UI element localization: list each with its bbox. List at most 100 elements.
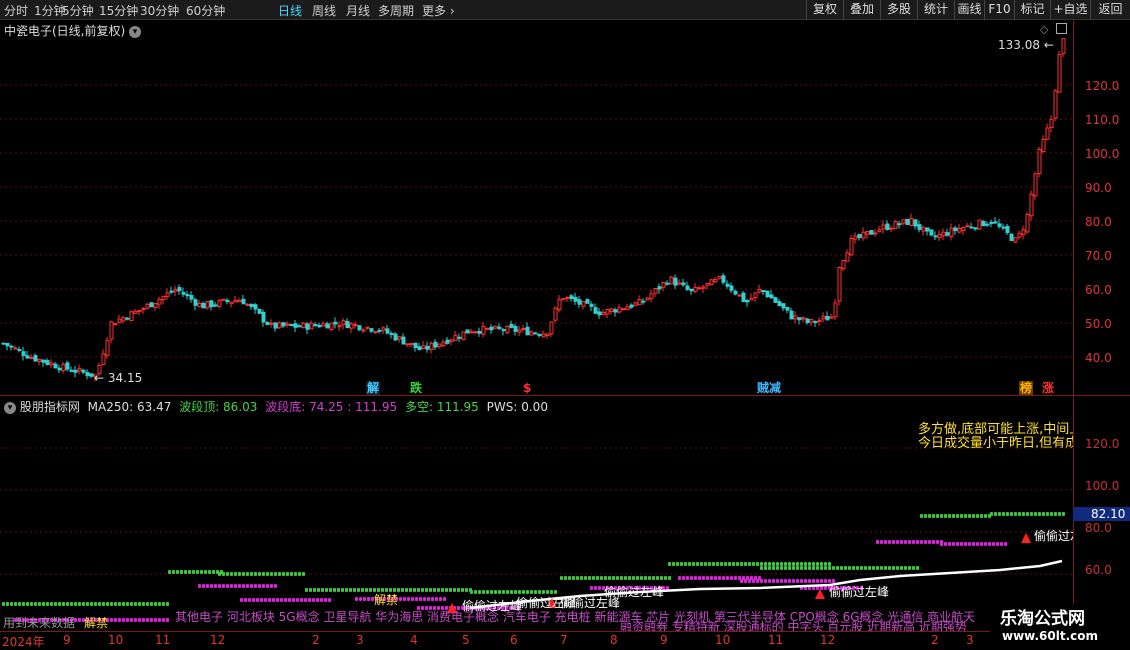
candle-body	[717, 275, 722, 279]
band-dot	[980, 542, 983, 546]
candle-body	[677, 282, 682, 285]
price-tick: 80.0	[1085, 215, 1112, 229]
tab-15min[interactable]: 15分钟	[99, 2, 138, 19]
date-tick: 2	[931, 633, 939, 647]
band-dot	[78, 618, 81, 622]
band-dot	[776, 566, 779, 570]
candle-body	[513, 326, 518, 332]
band-dot	[764, 566, 767, 570]
multi-stock-button[interactable]: 多股	[880, 0, 917, 20]
tab-daily[interactable]: 日线	[278, 2, 302, 19]
tab-monthly[interactable]: 月线	[346, 2, 370, 19]
band-dot	[940, 514, 943, 518]
band-dot	[960, 542, 963, 546]
band-dot	[576, 576, 579, 580]
band-dot	[800, 566, 803, 570]
candle-body	[901, 219, 906, 224]
band-dot	[990, 512, 993, 516]
candle-body	[805, 318, 810, 324]
band-dot	[936, 514, 939, 518]
band-dot	[848, 566, 851, 570]
tab-more[interactable]: 更多 ›	[422, 2, 455, 19]
candle-body	[305, 323, 310, 330]
candle-body	[553, 307, 558, 321]
band-dot	[82, 602, 85, 606]
stats-button[interactable]: 统计	[917, 0, 954, 20]
band-dot	[246, 584, 249, 588]
band-dot	[668, 562, 671, 566]
band-dot	[401, 588, 404, 592]
band-dot	[218, 572, 221, 576]
band-dot	[1038, 512, 1041, 516]
band-dot	[146, 618, 149, 622]
band-dot	[820, 579, 823, 583]
candlestick-chart[interactable]	[0, 20, 1073, 395]
band-dot	[804, 562, 807, 566]
tab-5min[interactable]: 5分钟	[62, 2, 94, 19]
overlay-button[interactable]: 叠加	[843, 0, 880, 20]
candle-body	[797, 317, 802, 321]
band-dot	[305, 588, 308, 592]
tab-30min[interactable]: 30分钟	[140, 2, 179, 19]
low-price-label: ← 34.15	[94, 371, 143, 385]
tab-weekly[interactable]: 周线	[312, 2, 336, 19]
candle-body	[969, 226, 974, 229]
candle-body	[645, 297, 650, 301]
candle-body	[865, 231, 870, 235]
candle-body	[333, 321, 338, 325]
candle-body	[405, 343, 410, 346]
band-dot	[30, 602, 33, 606]
candle-body	[497, 326, 502, 329]
band-dot	[262, 584, 265, 588]
candle-body	[297, 325, 302, 328]
candle-body	[837, 267, 842, 302]
candle-body	[561, 298, 566, 301]
tab-timeshare[interactable]: 分时	[4, 2, 28, 19]
candle-body	[281, 322, 286, 327]
band-dot	[676, 562, 679, 566]
band-dot	[908, 540, 911, 544]
candle-body	[953, 227, 958, 232]
annotation-label: 偷偷过左峰	[829, 585, 890, 599]
candle-body	[217, 299, 222, 307]
band-dot	[411, 597, 414, 601]
add-watchlist-button[interactable]: +自选	[1050, 0, 1090, 20]
band-dot	[270, 572, 273, 576]
candle-body	[437, 343, 442, 347]
candle-body	[925, 227, 930, 232]
tab-multi-period[interactable]: 多周期	[378, 2, 414, 19]
band-dot	[26, 602, 29, 606]
candle-body	[65, 362, 70, 370]
band-dot	[996, 542, 999, 546]
band-dot	[948, 514, 951, 518]
band-dot	[564, 576, 567, 580]
band-dot	[672, 562, 675, 566]
band-dot	[718, 576, 721, 580]
band-dot	[248, 598, 251, 602]
back-button[interactable]: 返回	[1090, 0, 1130, 20]
candle-body	[741, 292, 746, 302]
band-dot	[832, 566, 835, 570]
tab-60min[interactable]: 60分钟	[186, 2, 225, 19]
date-tick: 2	[312, 633, 320, 647]
candle-body	[765, 290, 770, 298]
candle-body	[517, 329, 522, 333]
band-dot	[686, 576, 689, 580]
candle-body	[1009, 233, 1014, 241]
tab-1min[interactable]: 1分钟	[34, 2, 66, 19]
band-dot	[792, 562, 795, 566]
candle-body	[105, 340, 110, 356]
candle-body	[669, 276, 674, 285]
draw-line-button[interactable]: 画线	[954, 0, 984, 20]
adjust-button[interactable]: 复权	[806, 0, 843, 20]
candle-body	[205, 301, 210, 309]
band-dot	[796, 579, 799, 583]
f10-button[interactable]: F10	[984, 0, 1014, 20]
band-dot	[98, 602, 101, 606]
band-dot	[168, 570, 171, 574]
band-dot	[425, 588, 428, 592]
band-dot	[439, 597, 442, 601]
candle-body	[49, 362, 54, 366]
band-dot	[118, 618, 121, 622]
mark-button[interactable]: 标记	[1014, 0, 1050, 20]
